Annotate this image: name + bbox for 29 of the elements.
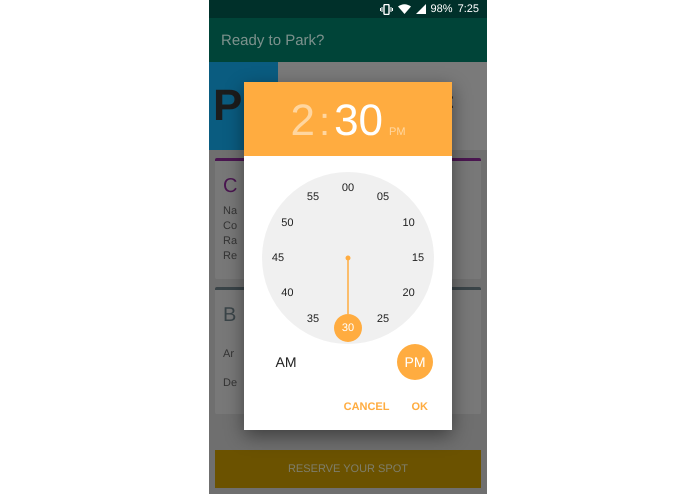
card-line: Co: [223, 219, 238, 234]
logo-letter: P: [213, 84, 242, 128]
minute-option[interactable]: 05: [369, 183, 397, 212]
card-line: Re: [223, 249, 238, 264]
clock-hand: [346, 256, 350, 314]
time-separator: :: [318, 100, 330, 145]
card-line: Na: [223, 204, 238, 219]
minute-option[interactable]: 35: [299, 304, 327, 333]
card-title: B: [223, 304, 236, 327]
minute-option[interactable]: 10: [394, 209, 423, 237]
minute-option[interactable]: 25: [369, 304, 397, 333]
clock-time: 7:25: [458, 3, 479, 15]
card-title: C: [223, 175, 238, 198]
battery-percent: 98%: [430, 3, 453, 15]
period-toggle[interactable]: AM: [268, 344, 304, 380]
minute-option[interactable]: 15: [404, 244, 432, 272]
minute-option[interactable]: 40: [273, 279, 302, 307]
signal-icon: [416, 4, 426, 14]
minute-option[interactable]: 00: [334, 174, 362, 202]
card-line: De: [223, 376, 238, 391]
minute-option[interactable]: 50: [273, 209, 302, 237]
minute-option[interactable]: 20: [394, 279, 423, 307]
minute-option[interactable]: 45: [264, 244, 292, 272]
card-line: Ra: [223, 234, 238, 249]
minute-option[interactable]: 55: [299, 183, 327, 212]
vibrate-icon: [380, 4, 393, 14]
wifi-icon: [398, 4, 411, 14]
app-title: Ready to Park?: [221, 32, 324, 48]
card-line: Ar: [223, 347, 234, 362]
